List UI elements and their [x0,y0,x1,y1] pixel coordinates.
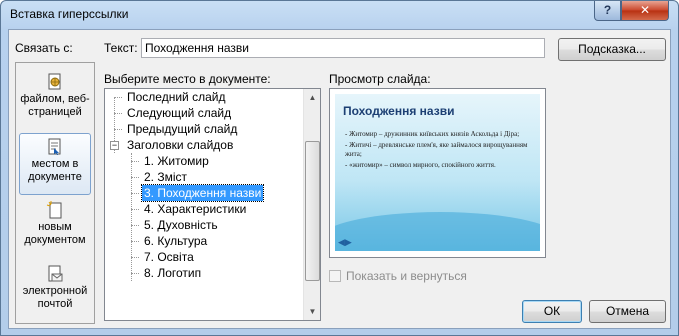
place-email[interactable]: электронной почтой [19,261,91,323]
tree-item[interactable]: 8. Логотип [142,265,203,281]
tree-scrollbar[interactable]: ▲ ▼ [303,89,320,320]
show-and-return-checkbox[interactable] [329,270,341,282]
link-with-places-bar: файлом, веб-страницей местом в документе… [15,62,95,324]
place-in-document[interactable]: местом в документе [19,133,91,195]
slide-line: - «житомир» – символ мирного, спокійного… [345,161,496,169]
place-new-document[interactable]: новым документом [19,197,91,259]
slide-nav-icon: ◀▶ [338,237,352,247]
slide-thumbnail: Походження назви - Житомир – дружинник к… [335,94,540,251]
tree-item[interactable]: Заголовки слайдов [125,137,235,153]
place-label: местом в документе [28,158,82,183]
place-file-web-page[interactable]: файлом, веб-страницей [19,69,91,131]
tree-item[interactable]: 1. Житомир [142,153,211,169]
tree-item[interactable]: 2. Зміст [142,169,189,185]
scroll-thumb[interactable] [305,141,320,281]
help-button[interactable]: ? [594,1,621,21]
place-in-document-icon [46,138,64,156]
collapse-expander[interactable]: − [110,141,119,150]
dialog-body: Связать с: файлом, веб-страницей местом … [8,29,671,329]
window-title: Вставка гиперссылки [10,7,129,21]
slide-preview: Походження назви - Житомир – дружинник к… [329,88,546,258]
slide-line: - Житичі – древлянське плем'я, яке займа… [345,141,528,158]
text-label: Текст: [104,41,138,55]
tree-item[interactable]: 6. Культура [142,233,209,249]
new-document-icon [46,201,64,219]
text-input[interactable]: Походження назви [141,38,545,58]
hint-button[interactable]: Подсказка... [558,38,666,61]
slide-body: - Житомир – дружинник київських князів А… [345,130,535,172]
slide-title: Походження назви [343,104,455,118]
tree-item[interactable]: Следующий слайд [125,105,233,121]
scroll-down-arrow-icon[interactable]: ▼ [304,303,320,320]
document-place-tree[interactable]: − Последний слайд Следующий слайд Предыд… [104,88,321,321]
tree-item[interactable]: Последний слайд [125,89,227,105]
hyperlink-dialog: Вставка гиперссылки ? ✕ Связать с: файло… [0,0,679,336]
slide-decoration [335,212,540,251]
document-place-label: Выберите место в документе: [104,72,271,86]
ok-button[interactable]: ОК [522,300,582,323]
tree-item[interactable]: 7. Освіта [142,249,196,265]
tree-item[interactable]: 4. Характеристики [142,201,248,217]
file-web-page-icon [46,73,64,91]
link-with-label: Связать с: [15,41,73,55]
cancel-button[interactable]: Отмена [589,300,666,323]
place-label: новым документом [24,221,86,246]
place-label: электронной почтой [22,285,88,310]
title-bar: Вставка гиперссылки ? ✕ [1,1,678,29]
show-and-return-label: Показать и вернуться [346,269,467,283]
place-label: файлом, веб-страницей [20,93,90,118]
slide-preview-label: Просмотр слайда: [329,72,431,86]
tree-item-selected[interactable]: 3. Походження назви [140,184,265,202]
tree-item[interactable]: 5. Духовність [142,217,220,233]
email-icon [46,265,64,283]
tree-item[interactable]: Предыдущий слайд [125,121,239,137]
scroll-up-arrow-icon[interactable]: ▲ [304,89,320,106]
slide-line: - Житомир – дружинник київських князів А… [345,130,520,138]
close-button[interactable]: ✕ [621,1,669,21]
